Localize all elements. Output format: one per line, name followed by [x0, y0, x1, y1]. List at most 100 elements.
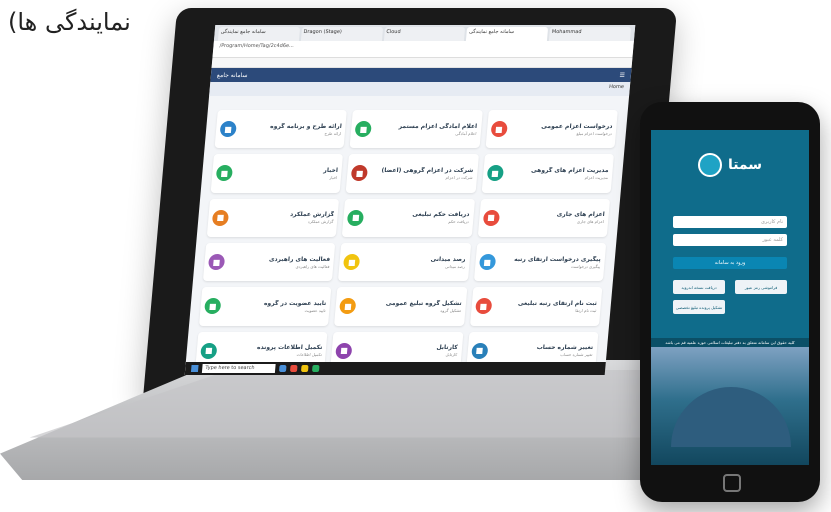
service-icon: ■: [486, 165, 504, 182]
phone-screen: سمتا نام کاربری کلمه عبور ورود به سامانه…: [651, 130, 809, 465]
service-title: ارائه طرح و برنامه گروه: [269, 122, 343, 130]
service-card-text: رصد میدانی رصد میدانی: [363, 256, 465, 269]
browser-tab[interactable]: Dragon (Stage): [300, 27, 383, 41]
file-case-button[interactable]: تشکیل پرونده تبلیغ تخصصی: [673, 300, 725, 314]
service-title: تشکیل گروه تبلیغ عمومی: [385, 299, 462, 307]
service-card-text: تشکیل گروه تبلیغ عمومی تشکیل گروه: [359, 299, 462, 313]
service-icon: ■: [478, 254, 496, 271]
phone-home-button[interactable]: [723, 474, 741, 492]
service-card[interactable]: ثبت نام ارتقای رتبه تبلیغی ثبت نام ارتقا ■: [469, 287, 603, 326]
service-title: اعلام آمادگی اعزام مستمر: [398, 122, 478, 130]
service-icon: ■: [347, 209, 365, 226]
browser-tab[interactable]: سامانه جامع نمایندگی: [217, 27, 300, 41]
service-subtitle: رصد میدانی: [444, 263, 466, 269]
phone-brand: سمتا: [727, 157, 763, 173]
service-icon: ■: [211, 209, 230, 226]
service-title: کارتابل: [436, 344, 459, 352]
service-card[interactable]: فعالیت های راهبردی فعالیت های راهبردی ■: [202, 242, 336, 282]
service-card[interactable]: مدیریت اعزام های گروهی مدیریت اعزام ■: [481, 154, 614, 193]
laptop-screen: سامانه جامع نمایندگی Dragon (Stage) Clou…: [184, 25, 636, 375]
service-card-text: ارائه طرح و برنامه گروه ارائه طرح: [240, 123, 342, 136]
service-card-text: پیگیری درخواست ارتقای رتبه پیگیری درخواست: [499, 256, 601, 269]
service-card-text: اعلام آمادگی اعزام مستمر اعلام آمادگی: [375, 123, 477, 136]
service-card[interactable]: اخبار اخبار ■: [210, 154, 344, 193]
service-title: دریافت حکم تبلیغی: [411, 211, 470, 219]
taskbar-app-icon[interactable]: [300, 365, 309, 372]
service-icon: ■: [203, 298, 222, 315]
browser-tab[interactable]: Mohammad: [549, 27, 632, 41]
service-card[interactable]: تایید عضویت در گروه تایید عضویت ■: [199, 287, 332, 326]
app-section-bar: Home: [209, 82, 631, 96]
service-subtitle: اعلام آمادگی: [455, 130, 477, 136]
service-title: مدیریت اعزام های گروهی: [530, 166, 609, 174]
forgot-password-button[interactable]: فراموشی رمز عبور: [735, 280, 787, 294]
service-card-text: گزارش عملکرد گزارش عملکرد: [232, 211, 335, 225]
address-bar[interactable]: /Program/Home/Tag/2c4d6e...: [212, 41, 634, 58]
service-title: ثبت نام ارتقای رتبه تبلیغی: [517, 299, 598, 307]
service-subtitle: تکمیل اطلاعات: [296, 352, 323, 358]
service-card[interactable]: پیگیری درخواست ارتقای رتبه پیگیری درخواست…: [473, 242, 607, 282]
service-subtitle: شرکت در اعزام: [445, 174, 473, 180]
service-title: گزارش عملکرد: [289, 211, 335, 219]
service-subtitle: تایید عضویت: [304, 307, 326, 313]
service-card[interactable]: درخواست اعزام عمومی درخواست اعزام مبلغ ■: [485, 110, 618, 149]
service-subtitle: گزارش عملکرد: [307, 219, 334, 225]
service-card[interactable]: ارائه طرح و برنامه گروه ارائه طرح ■: [214, 110, 348, 149]
service-subtitle: درخواست اعزام مبلغ: [576, 130, 613, 136]
service-card[interactable]: رصد میدانی رصد میدانی ■: [338, 242, 471, 282]
username-field[interactable]: نام کاربری: [673, 216, 787, 228]
service-title: تایید عضویت در گروه: [263, 299, 327, 307]
bookmarks-bar: [211, 58, 633, 68]
app-top-bar: سامانه جامع ☰: [210, 68, 632, 82]
dome-shape: [671, 387, 791, 447]
service-icon: ■: [207, 254, 226, 271]
service-card-text: تکمیل اطلاعات پرونده تکمیل اطلاعات: [220, 344, 323, 358]
password-field[interactable]: کلمه عبور: [673, 234, 787, 246]
service-subtitle: اخبار: [329, 174, 338, 180]
app-brand: سامانه جامع: [216, 71, 248, 79]
service-title: پیگیری درخواست ارتقای رتبه: [513, 255, 602, 263]
service-card-text: شرکت در اعزام گروهی (اعضا) شرکت در اعزام: [371, 167, 473, 180]
service-card-text: فعالیت های راهبردی فعالیت های راهبردی: [228, 255, 331, 269]
phone-footer-banner: کلیه حقوق این سامانه متعلق به دفتر تبلیغ…: [651, 338, 809, 347]
service-title: اخبار: [323, 166, 339, 174]
taskbar-search[interactable]: Type here to search: [201, 364, 276, 373]
service-card-text: اخبار اخبار: [236, 167, 338, 180]
windows-start-icon[interactable]: [190, 365, 199, 372]
service-card[interactable]: اعلام آمادگی اعزام مستمر اعلام آمادگی ■: [349, 110, 483, 149]
service-title: رصد میدانی: [430, 255, 466, 263]
service-icon: ■: [482, 209, 500, 226]
service-card-text: تایید عضویت در گروه تایید عضویت: [224, 299, 327, 313]
service-card-text: مدیریت اعزام های گروهی مدیریت اعزام: [506, 166, 609, 180]
service-subtitle: ارائه طرح: [324, 130, 342, 136]
browser-tabs: سامانه جامع نمایندگی Dragon (Stage) Clou…: [213, 25, 636, 41]
service-card[interactable]: گزارش عملکرد گزارش عملکرد ■: [206, 198, 340, 237]
service-card[interactable]: دریافت حکم تبلیغی دریافت حکم ■: [342, 198, 475, 237]
service-subtitle: تغییر شماره حساب: [560, 352, 593, 358]
service-card-text: درخواست اعزام عمومی درخواست اعزام مبلغ: [510, 122, 613, 136]
service-card[interactable]: تشکیل گروه تبلیغ عمومی تشکیل گروه ■: [334, 287, 468, 326]
service-card-text: دریافت حکم تبلیغی دریافت حکم: [367, 211, 470, 224]
service-card[interactable]: اعزام های جاری اعزام های جاری ■: [477, 198, 611, 237]
service-title: اعزام های جاری: [556, 211, 606, 219]
service-title: درخواست اعزام عمومی: [541, 122, 613, 130]
service-icon: ■: [335, 342, 353, 359]
service-icon: ■: [200, 342, 218, 359]
service-card-text: کارتابل کارتابل: [356, 344, 458, 357]
taskbar-app-icon[interactable]: [311, 365, 320, 372]
service-card[interactable]: شرکت در اعزام گروهی (اعضا) شرکت در اعزام ■: [345, 154, 479, 193]
browser-tab[interactable]: سامانه جامع نمایندگی: [466, 27, 549, 41]
menu-icon[interactable]: ☰: [619, 72, 625, 79]
login-button[interactable]: ورود به سامانه: [673, 257, 787, 269]
service-subtitle: تشکیل گروه: [440, 307, 462, 313]
windows-taskbar: Type here to search: [184, 362, 612, 375]
browser-tab[interactable]: Cloud: [383, 27, 466, 41]
taskbar-app-icon[interactable]: [278, 365, 287, 372]
service-icon: ■: [490, 121, 508, 138]
service-title: شرکت در اعزام گروهی (اعضا): [381, 166, 474, 174]
taskbar-app-icon[interactable]: [289, 365, 298, 372]
service-card-text: تغییر شماره حساب تغییر شماره حساب: [491, 344, 593, 357]
service-title: فعالیت های راهبردی: [268, 255, 331, 263]
marketing-heading: نمایندگی ها): [8, 8, 131, 36]
download-android-button[interactable]: دریافت نسخه اندروید: [673, 280, 725, 294]
